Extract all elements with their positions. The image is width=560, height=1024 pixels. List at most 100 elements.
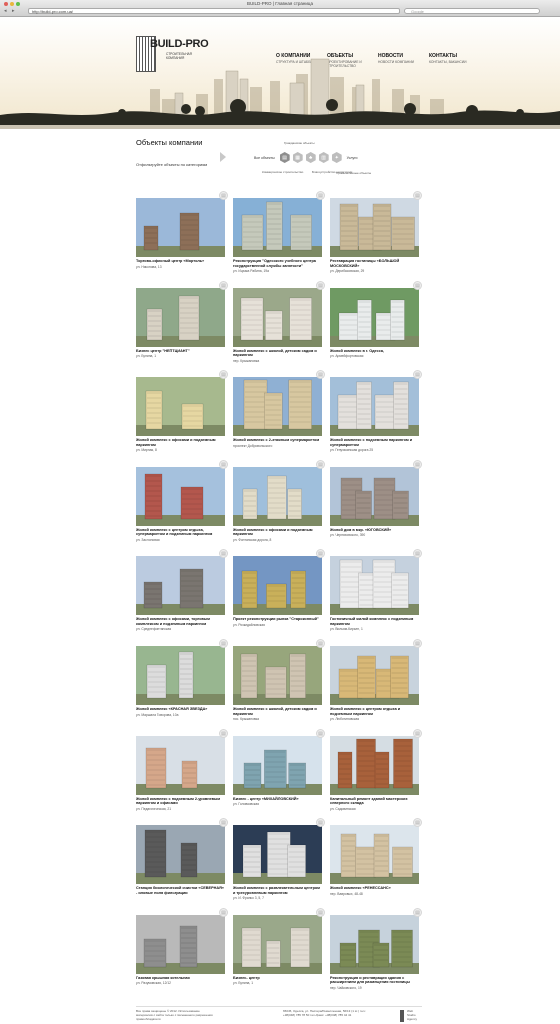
object-photo[interactable] — [233, 914, 322, 974]
object-title[interactable]: Бизнес - центр «МИХАЙЛОВСКИЙ» — [233, 797, 322, 802]
filter-landscape-icon[interactable]: ♣ — [305, 152, 316, 163]
object-photo[interactable] — [233, 466, 322, 526]
object-card[interactable]: ▤ Проект реконструкции рынка "Староконный… — [233, 549, 325, 627]
footer-contacts: 65045, Одесса, ул. Пастера/Ремесленная, … — [283, 1009, 367, 1017]
object-card[interactable]: ▤ Жилой комплекс в г. Одесса, ул. Армейфор… — [330, 280, 422, 358]
object-card[interactable]: ▤ Жилой комплекс «КРАСНАЯ ЗВЕЗДА» ул. Марш… — [136, 639, 228, 717]
object-photo[interactable] — [136, 287, 225, 347]
object-card[interactable]: ▤ Жилой комплекс с центром отдыха и подзе… — [330, 639, 422, 721]
category-badge-icon: ▤ — [219, 459, 228, 469]
object-title[interactable]: Проект реконструкции рынка "Староконный" — [233, 617, 322, 622]
object-title[interactable]: Бизнес- центр — [233, 976, 322, 981]
category-badge-icon: ▤ — [316, 191, 325, 200]
filter-civil-icon[interactable]: ▤ — [279, 152, 290, 163]
object-title[interactable]: Жилой дом в мкр. «ЮГОВСКИЙ» — [330, 528, 419, 533]
filter-other-icon[interactable]: ✦ — [331, 152, 342, 163]
object-card[interactable]: ▤ Торгово-офисный центр «Мортоль» ул. Нико… — [136, 191, 228, 269]
object-title[interactable]: Жилой комплекс с школой, детским садом и… — [233, 707, 322, 716]
object-photo[interactable] — [330, 466, 419, 526]
filter-commercial-icon[interactable]: ▦ — [292, 152, 303, 163]
object-card[interactable]: ▤ Гостиничный жилой комплекс с подземным … — [330, 549, 422, 631]
object-photo[interactable] — [233, 556, 322, 616]
object-card[interactable]: ▤ Жилой комплекс с 2-этажным супермаркето… — [233, 370, 325, 448]
filter-industrial-icon[interactable]: ▥ — [318, 152, 329, 163]
object-photo[interactable] — [136, 466, 225, 526]
object-photo[interactable] — [330, 825, 419, 885]
object-photo[interactable] — [136, 377, 225, 437]
object-photo[interactable] — [136, 198, 225, 257]
object-card[interactable]: ▤ Жилой комплекс с развлекательным центро… — [233, 818, 325, 900]
address-bar[interactable]: http://build-pro.com.ua/ — [28, 8, 400, 14]
forward-icon[interactable]: ▸ — [12, 8, 18, 14]
object-photo[interactable] — [233, 646, 322, 705]
object-photo[interactable] — [136, 825, 225, 885]
studio-logo[interactable]: Web Studio Agency — [400, 1009, 422, 1022]
object-title[interactable]: Капитальный ремонт зданий мастерских сев… — [330, 797, 419, 806]
object-photo[interactable] — [233, 735, 322, 795]
category-badge-icon: ▤ — [316, 549, 325, 559]
category-badge-icon: ▤ — [219, 907, 228, 917]
object-card[interactable]: ▤ Станция биологической очистки «СЕВЕРНАЯ… — [136, 818, 228, 896]
object-address: ул. Заслоновая — [136, 537, 160, 542]
object-title[interactable]: Станция биологической очистки «СЕВЕРНАЯ»… — [136, 886, 225, 895]
object-title[interactable]: Жилой комплекс с центром отдыха, суперма… — [136, 528, 225, 537]
object-title[interactable]: Бизнес центр "НЕПТЦИАНТ" — [136, 349, 225, 354]
object-title[interactable]: Жилой комплекс с 2-этажным супермаркетом — [233, 438, 322, 443]
object-title[interactable]: Жилой комплекс с офисами и подземным пар… — [233, 528, 322, 537]
search-input[interactable]: Google — [404, 8, 540, 14]
object-photo[interactable] — [330, 198, 419, 257]
object-photo[interactable] — [330, 556, 419, 616]
object-photo[interactable] — [233, 198, 322, 257]
object-card[interactable]: ▤ Жилой комплекс с подземным паркингом и … — [330, 370, 422, 452]
object-title[interactable]: Жилой комплекс в г. Одесса, — [330, 349, 419, 354]
object-photo[interactable] — [330, 646, 419, 705]
object-title[interactable]: Газовая крышная котельная — [136, 976, 225, 981]
object-card[interactable]: ▤ Газовая крышная котельная ул. Разумовска… — [136, 907, 228, 985]
object-title[interactable]: Жилой комплекс с офисами, торговым компл… — [136, 617, 225, 626]
object-title[interactable]: Торгово-офисный центр «Мортоль» — [136, 259, 225, 264]
object-card[interactable]: ▤ Реконструкция "Одесского учебного центр… — [233, 191, 325, 273]
object-photo[interactable] — [136, 556, 225, 616]
filter-services-link[interactable]: Услуги — [347, 156, 358, 160]
category-badge-icon: ▤ — [413, 639, 422, 648]
object-card[interactable]: ▤ Жилой комплекс с школой, детским садом … — [233, 639, 325, 721]
filter-all-link[interactable]: Все объекты — [254, 156, 275, 160]
object-photo[interactable] — [136, 735, 225, 795]
object-photo[interactable] — [330, 735, 419, 795]
object-card[interactable]: ▤ Бизнес- центр ул. Бунина, 1 — [233, 907, 325, 985]
object-card[interactable]: ▤ Бизнес центр "НЕПТЦИАНТ" ул. Бунина, 1 — [136, 280, 228, 358]
object-card[interactable]: ▤ Жилой комплекс с подземным 2-уровневым … — [136, 728, 228, 811]
object-card[interactable]: ▤ Реставрация гостиницы «БОЛЬШОЙ МОСКОВСК… — [330, 191, 422, 273]
object-card[interactable]: ▤ Бизнес - центр «МИХАЙЛОВСКИЙ» ул. Головк… — [233, 728, 325, 806]
object-photo[interactable] — [330, 377, 419, 437]
object-title[interactable]: Жилой комплекс «КРАСНАЯ ЗВЕЗДА» — [136, 707, 225, 712]
object-title[interactable]: Жилой комплекс с подземным 2-уровневым п… — [136, 797, 225, 806]
object-card[interactable]: ▤ Жилой комплекс с офисами, торговым комп… — [136, 549, 228, 631]
object-title[interactable]: Жилой комплекс с центром отдыха и подзем… — [330, 707, 419, 716]
object-card[interactable]: ▤ Жилой комплекс с офисами и подземным па… — [136, 370, 228, 452]
object-card[interactable]: ▤ Реконструкция и реставрация здания с ра… — [330, 907, 422, 990]
object-photo[interactable] — [136, 646, 225, 705]
back-icon[interactable]: ◂ — [4, 8, 10, 14]
object-title[interactable]: Жилой комплекс с подземным паркингом и с… — [330, 438, 419, 447]
object-title[interactable]: Жилой комплекс с развлекательным центром… — [233, 886, 322, 895]
object-photo[interactable] — [330, 914, 419, 974]
object-card[interactable]: ▤ Жилой комплекс с офисами и подземным па… — [233, 459, 325, 542]
object-photo[interactable] — [233, 377, 322, 437]
object-photo[interactable] — [330, 287, 419, 347]
object-card[interactable]: ▤ Жилой комплекс с центром отдыха, суперм… — [136, 459, 228, 542]
object-card[interactable]: ▤ Жилой дом в мкр. «ЮГОВСКИЙ» ул. Черняхов… — [330, 459, 422, 537]
object-title[interactable]: Реконструкция "Одесского учебного центра… — [233, 259, 322, 268]
object-photo[interactable] — [136, 914, 225, 974]
object-title[interactable]: Жилой комплекс с школой, детским садом и… — [233, 349, 322, 358]
object-card[interactable]: ▤ Жилой комплекс «РЕНЕССАНС» пер. Вавровых… — [330, 818, 422, 896]
object-photo[interactable] — [233, 287, 322, 347]
object-title[interactable]: Гостиничный жилой комплекс с подземным п… — [330, 617, 419, 626]
object-title[interactable]: Реконструкция и реставрация здания с рас… — [330, 976, 419, 985]
object-card[interactable]: ▤ Капитальный ремонт зданий мастерских се… — [330, 728, 422, 811]
object-card[interactable]: ▤ Жилой комплекс с школой, детским садом … — [233, 280, 325, 363]
object-title[interactable]: Жилой комплекс с офисами и подземным пар… — [136, 438, 225, 447]
object-title[interactable]: Жилой комплекс «РЕНЕССАНС» — [330, 886, 419, 891]
object-title[interactable]: Реставрация гостиницы «БОЛЬШОЙ МОСКОВСКИ… — [330, 259, 419, 268]
object-photo[interactable] — [233, 825, 322, 885]
